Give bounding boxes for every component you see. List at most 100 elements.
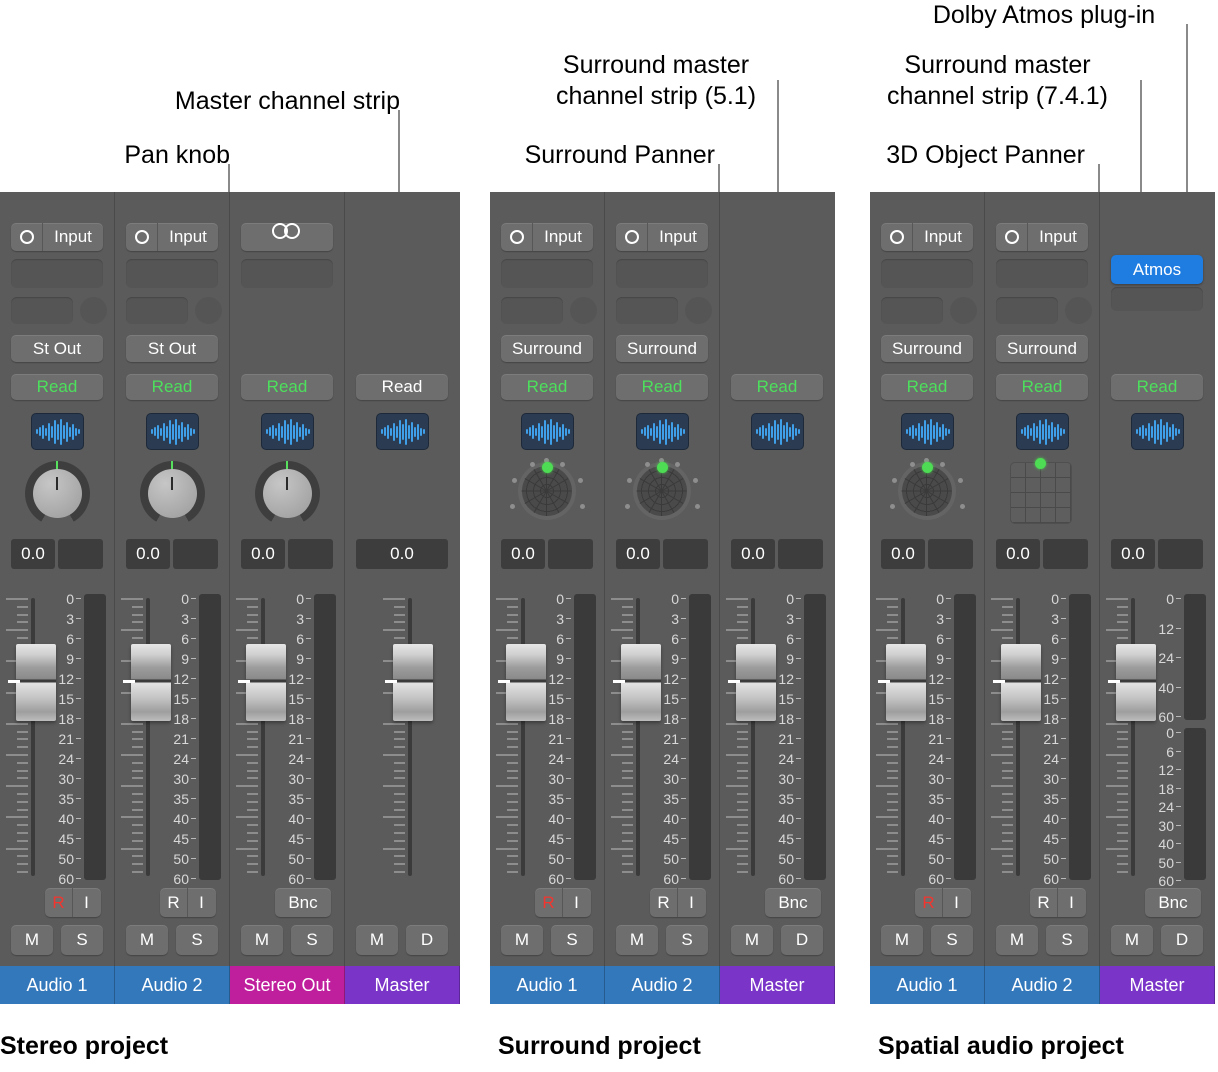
record-arm-button[interactable]: R bbox=[1030, 888, 1058, 917]
plugin-slot[interactable] bbox=[501, 259, 593, 288]
eq-thumbnail-icon[interactable] bbox=[521, 413, 574, 450]
output-button[interactable]: St Out bbox=[11, 335, 103, 362]
volume-value-field[interactable]: 0.0 bbox=[996, 539, 1040, 569]
volume-value-field[interactable]: 0.0 bbox=[241, 539, 285, 569]
output-button[interactable]: Surround bbox=[881, 335, 973, 362]
volume-fader[interactable] bbox=[611, 592, 661, 882]
output-button[interactable]: Surround bbox=[501, 335, 593, 362]
automation-mode-button[interactable]: Read bbox=[11, 374, 103, 400]
mute-button[interactable]: M bbox=[501, 925, 543, 955]
mute-button[interactable]: M bbox=[881, 925, 923, 955]
mute-button[interactable]: M bbox=[731, 925, 773, 955]
input-monitor-button[interactable]: I bbox=[73, 888, 100, 917]
channel-name-plate[interactable]: Master bbox=[720, 966, 835, 1004]
record-arm-button[interactable]: R bbox=[160, 888, 188, 917]
volume-value-field[interactable]: 0.0 bbox=[881, 539, 925, 569]
volume-value-field[interactable]: 0.0 bbox=[356, 539, 448, 569]
automation-mode-button[interactable]: Read bbox=[241, 374, 333, 400]
plugin-slot[interactable] bbox=[616, 259, 708, 288]
io-row[interactable]: Input bbox=[996, 223, 1088, 251]
record-enable-icon[interactable] bbox=[11, 223, 43, 251]
io-row[interactable]: Input bbox=[501, 223, 593, 251]
automation-mode-button[interactable]: Read bbox=[1111, 374, 1203, 400]
send-slot[interactable] bbox=[11, 297, 73, 324]
send-level-knob[interactable] bbox=[1065, 297, 1092, 324]
input-monitor-button[interactable]: I bbox=[678, 888, 705, 917]
automation-mode-button[interactable]: Read bbox=[731, 374, 823, 400]
volume-value-field[interactable]: 0.0 bbox=[616, 539, 660, 569]
volume-value-field[interactable]: 0.0 bbox=[501, 539, 545, 569]
dolby-atmos-plugin-button[interactable]: Atmos bbox=[1111, 255, 1203, 284]
channel-name-plate[interactable]: Audio 2 bbox=[115, 966, 230, 1004]
record-enable-icon[interactable] bbox=[501, 223, 533, 251]
io-row[interactable]: Input bbox=[616, 223, 708, 251]
record-monitor-buttons[interactable]: RI bbox=[45, 888, 101, 917]
volume-fader[interactable] bbox=[726, 592, 776, 882]
mute-button[interactable]: M bbox=[11, 925, 53, 955]
volume-fader[interactable] bbox=[121, 592, 171, 882]
plugin-slot[interactable] bbox=[996, 259, 1088, 288]
input-monitor-button[interactable]: I bbox=[563, 888, 590, 917]
io-row[interactable]: Input bbox=[11, 223, 103, 251]
automation-mode-button[interactable]: Read bbox=[616, 374, 708, 400]
pan-value-field[interactable] bbox=[928, 539, 973, 569]
input-monitor-button[interactable]: I bbox=[943, 888, 970, 917]
send-slot[interactable] bbox=[501, 297, 563, 324]
surround-panner[interactable] bbox=[888, 458, 966, 530]
record-monitor-buttons[interactable]: RI bbox=[915, 888, 971, 917]
send-slot[interactable] bbox=[881, 297, 943, 324]
send-level-knob[interactable] bbox=[80, 297, 107, 324]
surround-panner[interactable] bbox=[623, 458, 701, 530]
mute-button[interactable]: M bbox=[996, 925, 1038, 955]
eq-thumbnail-icon[interactable] bbox=[751, 413, 804, 450]
solo-button[interactable]: S bbox=[291, 925, 333, 955]
pan-value-field[interactable] bbox=[1158, 539, 1203, 569]
eq-thumbnail-icon[interactable] bbox=[146, 413, 199, 450]
mute-button[interactable]: M bbox=[1111, 925, 1153, 955]
volume-fader[interactable] bbox=[236, 592, 286, 882]
channel-name-plate[interactable]: Audio 1 bbox=[0, 966, 115, 1004]
volume-value-field[interactable]: 0.0 bbox=[731, 539, 775, 569]
pan-value-field[interactable] bbox=[778, 539, 823, 569]
pan-knob[interactable] bbox=[140, 461, 205, 526]
output-button[interactable]: St Out bbox=[126, 335, 218, 362]
channel-name-plate[interactable]: Audio 2 bbox=[985, 966, 1100, 1004]
eq-thumbnail-icon[interactable] bbox=[261, 413, 314, 450]
eq-thumbnail-icon[interactable] bbox=[31, 413, 84, 450]
eq-thumbnail-icon[interactable] bbox=[901, 413, 954, 450]
volume-fader[interactable] bbox=[496, 592, 546, 882]
channel-name-plate[interactable]: Audio 2 bbox=[605, 966, 720, 1004]
plugin-slot-empty[interactable] bbox=[1111, 287, 1203, 311]
surround-panner[interactable] bbox=[508, 458, 586, 530]
automation-mode-button[interactable]: Read bbox=[356, 374, 448, 400]
record-arm-button[interactable]: R bbox=[45, 888, 73, 917]
pan-knob[interactable] bbox=[25, 461, 90, 526]
volume-fader[interactable] bbox=[6, 592, 56, 882]
send-level-knob[interactable] bbox=[685, 297, 712, 324]
mute-button[interactable]: M bbox=[616, 925, 658, 955]
volume-fader[interactable] bbox=[383, 592, 433, 882]
record-monitor-buttons[interactable]: RI bbox=[160, 888, 216, 917]
plugin-slot[interactable] bbox=[11, 259, 103, 288]
record-arm-button[interactable]: R bbox=[915, 888, 943, 917]
channel-name-plate[interactable]: Master bbox=[345, 966, 460, 1004]
solo-button[interactable]: S bbox=[551, 925, 593, 955]
pan-value-field[interactable] bbox=[288, 539, 333, 569]
automation-mode-button[interactable]: Read bbox=[126, 374, 218, 400]
solo-button[interactable]: S bbox=[61, 925, 103, 955]
bounce-button[interactable]: Bnc bbox=[1145, 888, 1201, 917]
plugin-slot[interactable] bbox=[241, 259, 333, 288]
solo-button[interactable]: S bbox=[666, 925, 708, 955]
volume-value-field[interactable]: 0.0 bbox=[11, 539, 55, 569]
output-button[interactable]: Surround bbox=[616, 335, 708, 362]
dim-button[interactable]: D bbox=[1161, 925, 1203, 955]
record-arm-button[interactable]: R bbox=[535, 888, 563, 917]
eq-thumbnail-icon[interactable] bbox=[1131, 413, 1184, 450]
eq-thumbnail-icon[interactable] bbox=[376, 413, 429, 450]
send-slot[interactable] bbox=[126, 297, 188, 324]
send-level-knob[interactable] bbox=[570, 297, 597, 324]
io-row[interactable] bbox=[241, 223, 333, 251]
record-arm-button[interactable]: R bbox=[650, 888, 678, 917]
channel-name-plate[interactable]: Stereo Out bbox=[230, 966, 345, 1004]
record-enable-icon[interactable] bbox=[126, 223, 158, 251]
